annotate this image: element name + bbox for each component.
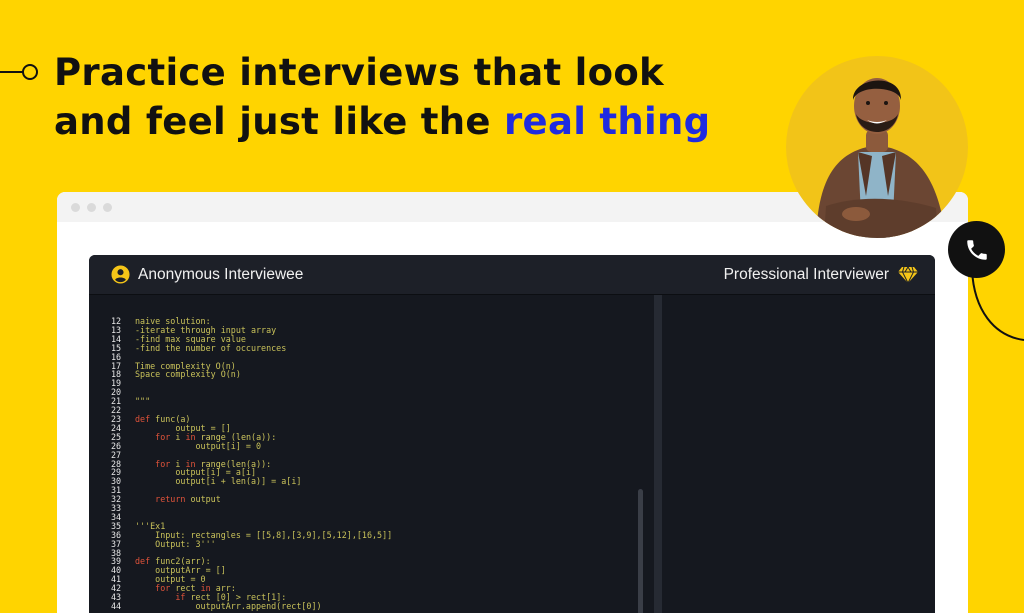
code-editor: Anonymous Interviewee Professional Inter… bbox=[89, 255, 935, 613]
connector-dot bbox=[22, 64, 38, 80]
window-dot bbox=[87, 202, 96, 212]
diamond-icon bbox=[898, 265, 918, 283]
code-line[interactable]: 15 -find the number of occurences bbox=[111, 342, 392, 353]
code-line[interactable]: 19 bbox=[111, 379, 392, 388]
code-text: Space complexity O(n) bbox=[135, 369, 241, 380]
code-pane[interactable]: 12 naive solution: 13 -iterate through inpu… bbox=[89, 295, 654, 613]
code-text: return output bbox=[155, 494, 221, 505]
code-line[interactable]: 20 bbox=[111, 388, 392, 397]
code-line[interactable]: 18 Space complexity O(n) bbox=[111, 370, 392, 379]
pane-divider[interactable] bbox=[654, 295, 662, 613]
code-line[interactable]: 37 Output: 3''' bbox=[111, 538, 392, 549]
person-photo-icon bbox=[816, 78, 946, 238]
interviewee-name: Anonymous Interviewee bbox=[138, 265, 304, 283]
code-line[interactable]: 32 return output bbox=[111, 495, 392, 504]
code-text: Output: 3''' bbox=[135, 538, 216, 549]
interviewee-label: Anonymous Interviewee bbox=[111, 265, 303, 284]
code-line[interactable]: 26 output[i] = 0 bbox=[111, 440, 392, 451]
connector-curve bbox=[971, 270, 1024, 341]
code-line[interactable]: 44 outputArr.append(rect[0]) bbox=[111, 602, 392, 611]
window-dot bbox=[103, 202, 112, 212]
code-text: -find the number of occurences bbox=[135, 342, 287, 353]
scrollbar-thumb[interactable] bbox=[638, 489, 643, 613]
headline: Practice interviews that look and feel j… bbox=[54, 48, 710, 146]
interviewer-label: Professional Interviewer bbox=[724, 266, 919, 284]
window-dot bbox=[71, 202, 80, 212]
code-text: output[i] = 0 bbox=[135, 440, 262, 451]
interviewer-avatar bbox=[786, 56, 968, 238]
code-line[interactable]: 33 bbox=[111, 504, 392, 513]
code-content[interactable]: 12 naive solution: 13 -iterate through inpu… bbox=[111, 317, 392, 611]
headline-line-2: and feel just like the bbox=[54, 100, 504, 143]
code-text: output[i + len(a)] = a[i] bbox=[135, 476, 302, 487]
editor-header: Anonymous Interviewee Professional Inter… bbox=[89, 255, 935, 295]
output-pane bbox=[662, 295, 935, 613]
code-line[interactable]: 21 """ bbox=[111, 397, 392, 406]
headline-line-1: Practice interviews that look bbox=[54, 51, 664, 94]
code-text: outputArr.append(rect[0]) bbox=[135, 601, 322, 611]
user-circle-icon bbox=[111, 265, 130, 284]
line-number: 44 bbox=[111, 601, 122, 611]
interviewer-name: Professional Interviewer bbox=[723, 265, 889, 283]
connector-line bbox=[0, 71, 24, 73]
code-line[interactable]: 30 output[i + len(a)] = a[i] bbox=[111, 477, 392, 486]
phone-icon bbox=[966, 239, 987, 260]
headline-accent: real thing bbox=[504, 100, 711, 143]
